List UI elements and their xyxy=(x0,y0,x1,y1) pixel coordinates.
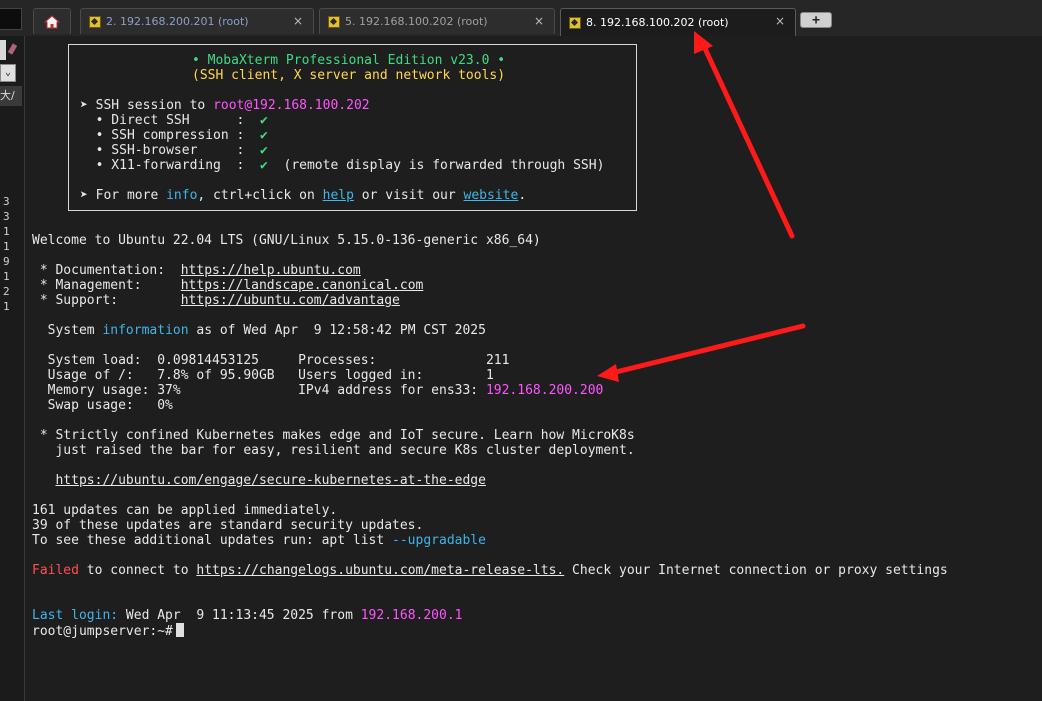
info-link[interactable]: info xyxy=(166,188,197,203)
k8s-url-line: https://ubuntu.com/engage/secure-kuberne… xyxy=(32,473,485,488)
changelogs-link[interactable]: https://changelogs.ubuntu.com/meta-relea… xyxy=(196,563,564,578)
last-login-ip: 192.168.200.1 xyxy=(360,608,463,623)
shell-prompt: root@jumpserver:~# xyxy=(32,624,173,639)
side-number: 1 xyxy=(3,225,10,238)
feature-line: • Direct SSH : ✔ xyxy=(80,113,268,128)
tab-session-8[interactable]: 8. 192.168.100.202 (root) × xyxy=(560,8,796,36)
side-panel: ⌄ 大/ 3 3 1 1 9 1 2 1 xyxy=(0,36,25,701)
side-number: 1 xyxy=(3,240,10,253)
mobaxterm-banner: • MobaXterm Professional Edition v23.0 •… xyxy=(68,44,637,211)
side-number: 9 xyxy=(3,255,10,268)
side-numbers: 3 3 1 1 9 1 2 1 xyxy=(3,194,10,314)
failed-line: Failed to connect to https://changelogs.… xyxy=(32,563,948,578)
more-info-line: ➤ For more info, ctrl+click on help or v… xyxy=(80,188,527,203)
updates-line: To see these additional updates run: apt… xyxy=(32,533,486,548)
updates-line: 161 updates can be applied immediately. xyxy=(32,503,338,518)
close-icon[interactable]: × xyxy=(534,14,544,28)
feature-line: • SSH-browser : ✔ xyxy=(80,143,268,158)
link-line: * Management: https://landscape.canonica… xyxy=(32,278,424,293)
sysinfo-line: System information as of Wed Apr 9 12:58… xyxy=(32,323,486,338)
support-link[interactable]: https://ubuntu.com/advantage xyxy=(181,293,400,308)
website-link[interactable]: website xyxy=(464,188,519,203)
side-number: 2 xyxy=(3,285,10,298)
tab-session-2[interactable]: 2. 192.168.200.201 (root) × xyxy=(80,8,314,34)
banner-subtitle: (SSH client, X server and network tools) xyxy=(192,68,506,83)
prompt-line[interactable]: root@jumpserver:~# xyxy=(32,623,184,639)
side-control[interactable] xyxy=(0,40,6,60)
terminal[interactable]: • MobaXterm Professional Edition v23.0 •… xyxy=(32,44,1037,694)
pin-icon[interactable] xyxy=(7,43,18,55)
home-icon xyxy=(44,14,60,28)
failed-word: Failed xyxy=(32,563,79,578)
key-icon xyxy=(569,16,581,29)
session-target: root@192.168.100.202 xyxy=(213,98,370,113)
tab-bar-edge xyxy=(0,8,22,30)
check-icon: ✔ xyxy=(260,158,268,173)
welcome-line: Welcome to Ubuntu 22.04 LTS (GNU/Linux 5… xyxy=(32,233,541,248)
key-icon xyxy=(89,15,101,28)
tab-label: 5. 192.168.100.202 (root) xyxy=(345,15,488,28)
side-number: 1 xyxy=(3,300,10,313)
close-icon[interactable]: × xyxy=(293,14,303,28)
help-link[interactable]: help xyxy=(323,188,354,203)
session-line: ➤ SSH session to root@192.168.100.202 xyxy=(80,98,370,113)
side-number: 3 xyxy=(3,210,10,223)
check-icon: ✔ xyxy=(260,143,268,158)
feature-line: • SSH compression : ✔ xyxy=(80,128,268,143)
side-number: 1 xyxy=(3,270,10,283)
documentation-link[interactable]: https://help.ubuntu.com xyxy=(181,263,361,278)
close-icon[interactable]: × xyxy=(775,14,785,28)
stat-line: Swap usage: 0% xyxy=(32,398,173,413)
tab-bar: 2. 192.168.200.201 (root) × 5. 192.168.1… xyxy=(0,0,1042,36)
side-number: 3 xyxy=(3,195,10,208)
chevron-down-icon: ⌄ xyxy=(4,67,12,78)
stat-line: System load: 0.09814453125 Processes: 21… xyxy=(32,353,510,368)
terminal-cursor xyxy=(175,623,184,637)
k8s-line: just raised the bar for easy, resilient … xyxy=(32,443,635,458)
banner-title: • MobaXterm Professional Edition v23.0 • xyxy=(192,53,506,68)
stat-line: Memory usage: 37% IPv4 address for ens33… xyxy=(32,383,604,398)
side-cjk-label: 大/ xyxy=(0,86,22,106)
check-icon: ✔ xyxy=(260,128,268,143)
feature-line: • X11-forwarding : ✔ (remote display is … xyxy=(80,158,605,173)
ipv4-address: 192.168.200.200 xyxy=(485,383,604,398)
tab-session-5[interactable]: 5. 192.168.100.202 (root) × xyxy=(319,8,555,34)
management-link[interactable]: https://landscape.canonical.com xyxy=(181,278,424,293)
check-icon: ✔ xyxy=(260,113,268,128)
k8s-line: * Strictly confined Kubernetes makes edg… xyxy=(32,428,635,443)
side-dropdown[interactable]: ⌄ xyxy=(0,64,16,82)
stat-line: Usage of /: 7.8% of 95.90GB Users logged… xyxy=(32,368,494,383)
k8s-link[interactable]: https://ubuntu.com/engage/secure-kuberne… xyxy=(55,473,485,488)
link-line: * Support: https://ubuntu.com/advantage xyxy=(32,293,400,308)
link-line: * Documentation: https://help.ubuntu.com xyxy=(32,263,361,278)
tab-label: 2. 192.168.200.201 (root) xyxy=(106,15,249,28)
tab-label: 8. 192.168.100.202 (root) xyxy=(586,16,729,29)
updates-line: 39 of these updates are standard securit… xyxy=(32,518,424,533)
home-tab[interactable] xyxy=(33,8,71,34)
new-tab-button[interactable]: + xyxy=(800,12,832,28)
last-login-line: Last login: Wed Apr 9 11:13:45 2025 from… xyxy=(32,608,463,623)
key-icon xyxy=(328,15,340,28)
